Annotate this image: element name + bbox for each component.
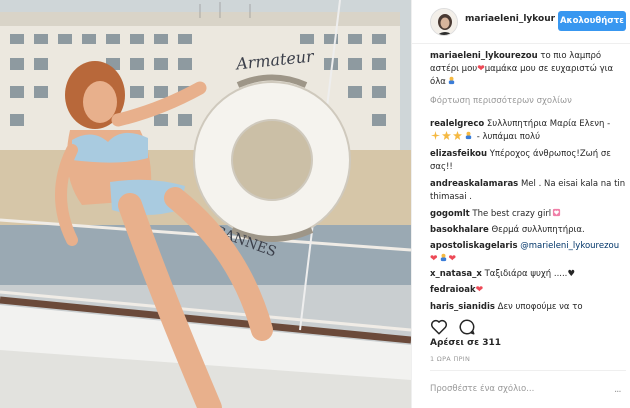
comment-username[interactable]: fedraioak [430,285,476,295]
add-comment-input[interactable] [430,378,610,400]
header-username[interactable]: mariaeleni_lykour [465,14,555,24]
black-heart-icon: ♥ [567,269,576,279]
bowing-person-icon [448,76,455,85]
comment-text: Θερμά συλλυπητήρια. [491,225,585,235]
comment-username[interactable]: andreaskalamaras [430,179,518,189]
caption: mariaeleni_lykourezou το πιο λαμπρό αστέ… [430,50,626,89]
sparkle-icon [431,131,440,140]
more-options-icon[interactable]: ... [614,384,621,395]
comment-item: fedraioak❤ [430,284,626,297]
red-heart-icon: ❤ [477,64,485,74]
comment-item: apostoliskagelaris @marieleni_lykourezou… [430,240,626,266]
comment-item: andreaskalamaras Mel . Na eisai kala na … [430,178,626,204]
post-header: mariaeleni_lykour Ακολουθήστε [412,0,630,44]
load-more-comments[interactable]: Φόρτωση περισσότερων σχολίων [430,96,572,106]
comment-item: x_natasa_x Ταξιδιάρα ψυχή .....♥ [430,268,626,281]
comment-username[interactable]: haris_sianidis [430,302,495,312]
follow-button[interactable]: Ακολουθήστε [558,11,626,31]
comment-item: haris_sianidis Δεν υποφούμε να το [430,301,626,314]
red-heart-icon: ❤ [430,254,438,264]
vintage-photo-illustration: Armateur CANNES [0,0,411,408]
gift-heart-icon [553,208,561,217]
comment-username[interactable]: gogomlt [430,209,470,219]
comment-username[interactable]: realelgreco [430,119,484,129]
comment-item: elizasfeikou Υπέροχος άνθρωπος!Ζωή σε σα… [430,148,626,174]
star-icon [453,131,462,140]
post-actions [430,318,626,336]
post-photo[interactable]: Armateur CANNES [0,0,411,408]
like-count[interactable]: Αρέσει σε 311 [430,338,501,348]
comment-text: Δεν υποφούμε να το [497,302,583,312]
red-heart-icon: ❤ [448,254,457,264]
comment-text: Συλλυπητήρια Μαρία Ελενη - [486,119,611,129]
bowing-person-icon [440,253,446,262]
bowing-person-icon [465,131,472,140]
comment-text: Ταξιδιάρα ψυχή ..... [484,269,568,279]
comment-username[interactable]: apostoliskagelaris [430,241,518,251]
post-sidebar: mariaeleni_lykour Ακολουθήστε mariaeleni… [411,0,630,408]
post-timestamp: 1 ΩΡΑ ΠΡΙΝ [430,355,471,363]
comment-text: The best crazy girl [472,209,552,219]
comment-item: realelgreco Συλλυπητήρια Μαρία Ελενη - -… [430,118,626,144]
avatar[interactable] [430,8,458,36]
heart-outline-icon[interactable] [430,318,448,336]
comment-item: basokhalare Θερμά συλλυπητήρια. [430,224,626,237]
comment-bubble-icon[interactable] [458,318,476,336]
caption-username[interactable]: mariaeleni_lykourezou [430,51,538,61]
comment-text-2: - λυπάμαι πολύ [476,132,540,142]
comment-mention[interactable]: @marieleni_lykourezou [520,241,619,251]
comment-username[interactable]: x_natasa_x [430,269,482,279]
comment-list: mariaeleni_lykourezou το πιο λαμπρό αστέ… [430,50,626,314]
red-heart-icon: ❤ [475,285,484,295]
comment-username[interactable]: elizasfeikou [430,149,487,159]
divider [430,370,626,371]
star-icon [442,131,451,140]
comment-item: gogomlt The best crazy girl [430,208,626,221]
comment-username[interactable]: basokhalare [430,225,489,235]
